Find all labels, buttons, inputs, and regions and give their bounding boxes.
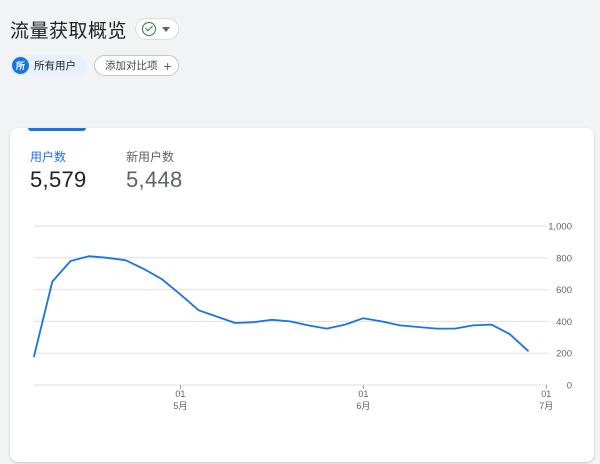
add-comparison-label: 添加对比项 — [105, 60, 158, 72]
segment-badge: 所 — [12, 57, 29, 74]
y-tick-label: 1,000 — [548, 222, 572, 233]
series-line-users — [33, 255, 529, 358]
y-tick-label: 600 — [556, 285, 572, 296]
x-tick-label-day: 01 — [358, 389, 368, 399]
page-title: 流量获取概览 — [10, 20, 128, 42]
report-status-dropdown[interactable] — [135, 18, 180, 40]
comparison-bar: 所 所有用户 添加对比项 + — [10, 55, 179, 76]
y-tick-label: 400 — [556, 317, 572, 328]
segment-chip-label: 所有用户 — [34, 60, 76, 72]
x-tick-label-month: 6月 — [356, 401, 370, 411]
y-tick-label: 200 — [556, 349, 572, 360]
users-line-chart: 0 200 400 600 800 1,000 01 5月 01 6月 01 7月 — [33, 222, 572, 411]
plus-icon: + — [163, 57, 172, 74]
segment-chip-all-users[interactable]: 所 所有用户 — [10, 55, 86, 76]
y-tick-label: 800 — [556, 253, 572, 264]
page-header: 流量获取概览 — [10, 14, 180, 44]
users-chart-card: 用户数 5,579 新用户数 5,448 0 200 400 600 800 1,000 0… — [10, 128, 594, 462]
y-tick-label: 0 — [567, 381, 572, 392]
check-circle-icon — [142, 22, 157, 36]
caret-down-icon — [162, 26, 171, 32]
x-tick-label-month: 7月 — [539, 401, 553, 411]
x-tick-label-day: 01 — [541, 389, 551, 399]
x-tick-label-day: 01 — [175, 389, 185, 399]
add-comparison-button[interactable]: 添加对比项 + — [94, 55, 179, 76]
x-tick-label-month: 5月 — [173, 401, 187, 411]
